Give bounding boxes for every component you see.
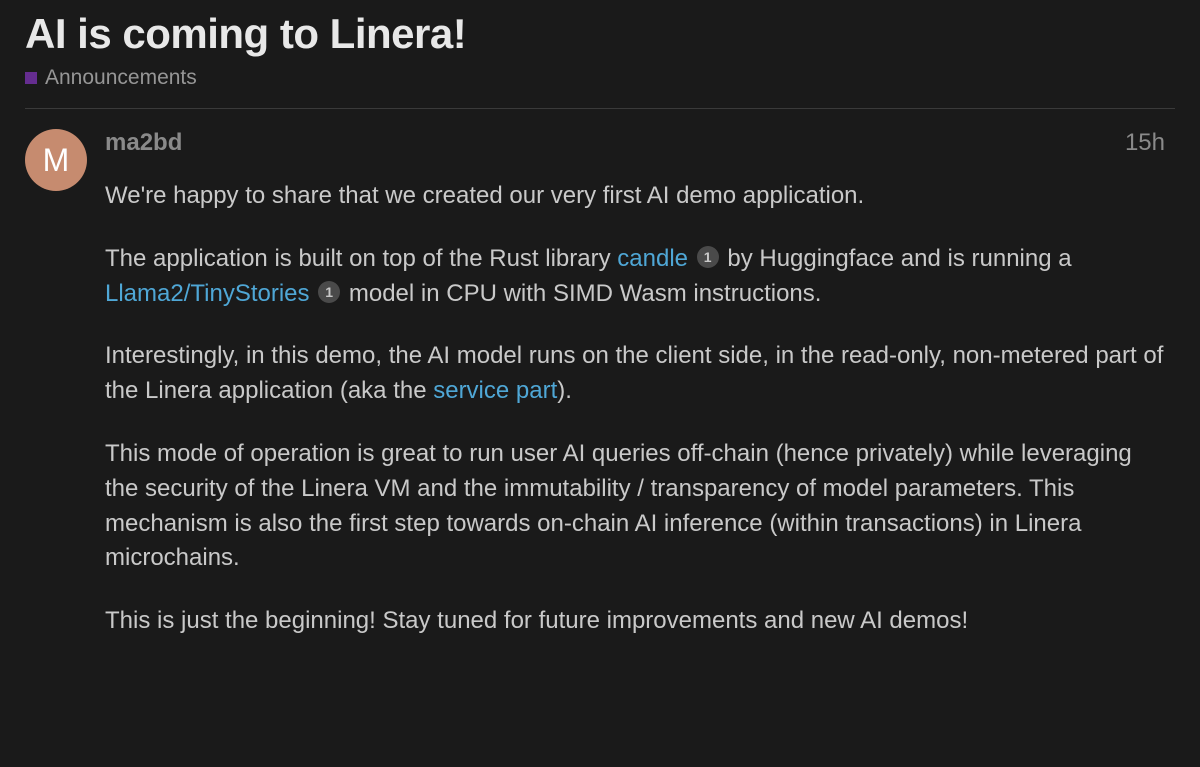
- text-span: Interestingly, in this demo, the AI mode…: [105, 342, 1163, 404]
- topic-title[interactable]: AI is coming to Linera!: [25, 10, 1175, 58]
- post-timestamp[interactable]: 15h: [1125, 129, 1165, 157]
- link-click-count-badge[interactable]: 1: [318, 281, 340, 303]
- post-paragraph: This is just the beginning! Stay tuned f…: [105, 604, 1165, 639]
- post-content: ma2bd 15h We're happy to share that we c…: [105, 129, 1175, 667]
- post-paragraph: The application is built on top of the R…: [105, 242, 1165, 312]
- post-body: We're happy to share that we created our…: [105, 179, 1165, 639]
- category-breadcrumb[interactable]: Announcements: [25, 66, 1175, 90]
- link-service-part[interactable]: service part: [433, 377, 557, 404]
- category-name: Announcements: [45, 66, 197, 90]
- text-span: by Huggingface and is running a: [721, 245, 1072, 272]
- post: M ma2bd 15h We're happy to share that we…: [25, 129, 1175, 667]
- text-span: ).: [557, 377, 572, 404]
- category-color-badge: [25, 72, 37, 84]
- avatar[interactable]: M: [25, 129, 87, 191]
- text-span: The application is built on top of the R…: [105, 245, 617, 272]
- author-username[interactable]: ma2bd: [105, 129, 182, 157]
- link-candle[interactable]: candle: [617, 245, 688, 272]
- post-paragraph: This mode of operation is great to run u…: [105, 437, 1165, 576]
- text-span: model in CPU with SIMD Wasm instructions…: [342, 280, 821, 307]
- header-divider: [25, 108, 1175, 109]
- link-llama2-tinystories[interactable]: Llama2/TinyStories: [105, 280, 310, 307]
- post-paragraph: We're happy to share that we created our…: [105, 179, 1165, 214]
- post-header: ma2bd 15h: [105, 129, 1165, 157]
- post-paragraph: Interestingly, in this demo, the AI mode…: [105, 339, 1165, 409]
- link-click-count-badge[interactable]: 1: [697, 246, 719, 268]
